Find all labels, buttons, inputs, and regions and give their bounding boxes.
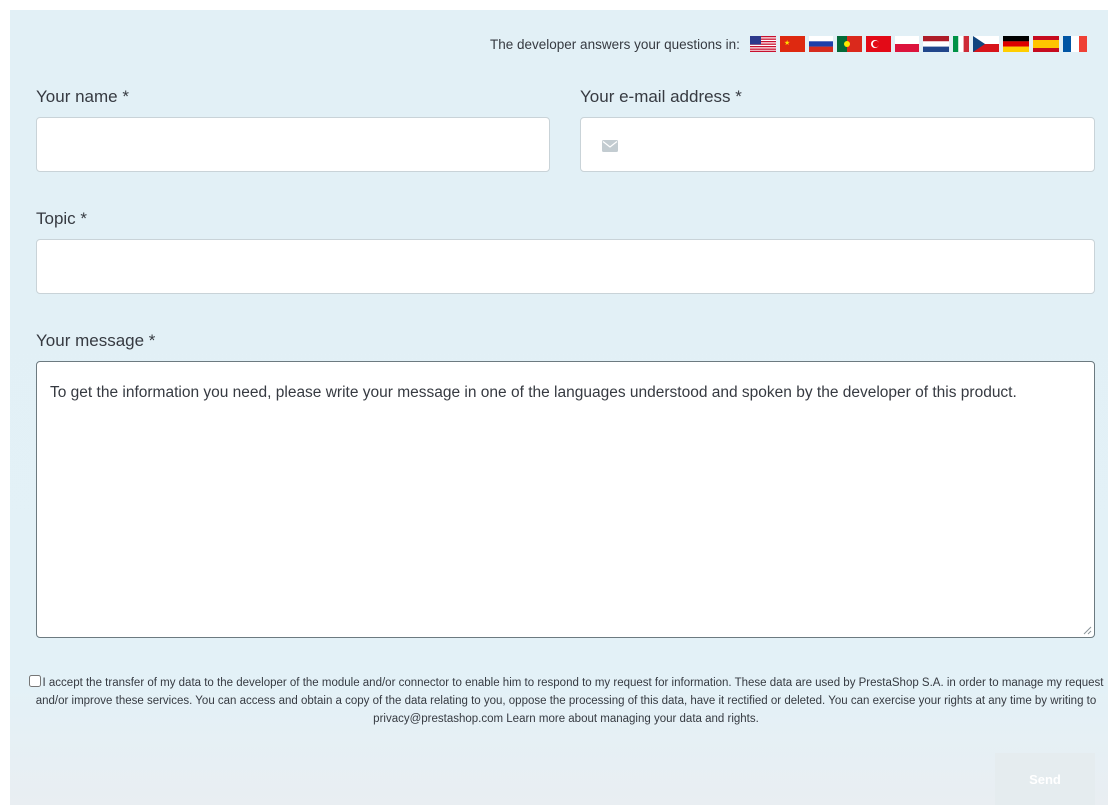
flag-de-icon: [1002, 36, 1029, 52]
email-label: Your e-mail address *: [580, 87, 742, 106]
flag-pl-icon: [894, 36, 919, 52]
flag-nl-icon: [922, 36, 949, 52]
topic-input[interactable]: [37, 240, 1094, 293]
email-input[interactable]: [581, 118, 1094, 171]
flag-ru-icon: [808, 36, 833, 52]
name-label: Your name *: [36, 87, 129, 106]
message-textarea[interactable]: [37, 362, 1094, 637]
flag-cz-icon: [972, 36, 999, 52]
developer-languages: The developer answers your questions in:…: [490, 35, 1091, 53]
send-button[interactable]: Send: [995, 753, 1095, 805]
consent-checkbox[interactable]: [28, 675, 41, 687]
flag-cn-icon: ★: [779, 36, 805, 52]
email-field-wrapper: [580, 117, 1095, 172]
name-field-wrapper: [36, 117, 550, 172]
resize-grip-icon[interactable]: [1082, 625, 1092, 635]
mail-icon: [602, 140, 618, 152]
flag-us-icon: [749, 36, 776, 52]
consent-text: I accept the transfer of my data to the …: [35, 677, 1104, 725]
flag-tr-icon: [865, 36, 891, 52]
flag-es-icon: [1032, 36, 1059, 52]
topic-field-wrapper: [36, 239, 1095, 294]
flag-it-icon: [952, 36, 969, 52]
languages-text: The developer answers your questions in:: [490, 36, 740, 52]
message-label: Your message *: [36, 331, 156, 350]
flag-pt-icon: [836, 36, 862, 52]
consent-block: I accept the transfer of my data to the …: [26, 674, 1106, 728]
svg-text:★: ★: [784, 39, 790, 47]
flag-fr-icon: [1062, 36, 1087, 52]
name-input[interactable]: [37, 118, 549, 171]
message-field-wrapper: [36, 361, 1095, 638]
topic-label: Topic *: [36, 209, 88, 228]
